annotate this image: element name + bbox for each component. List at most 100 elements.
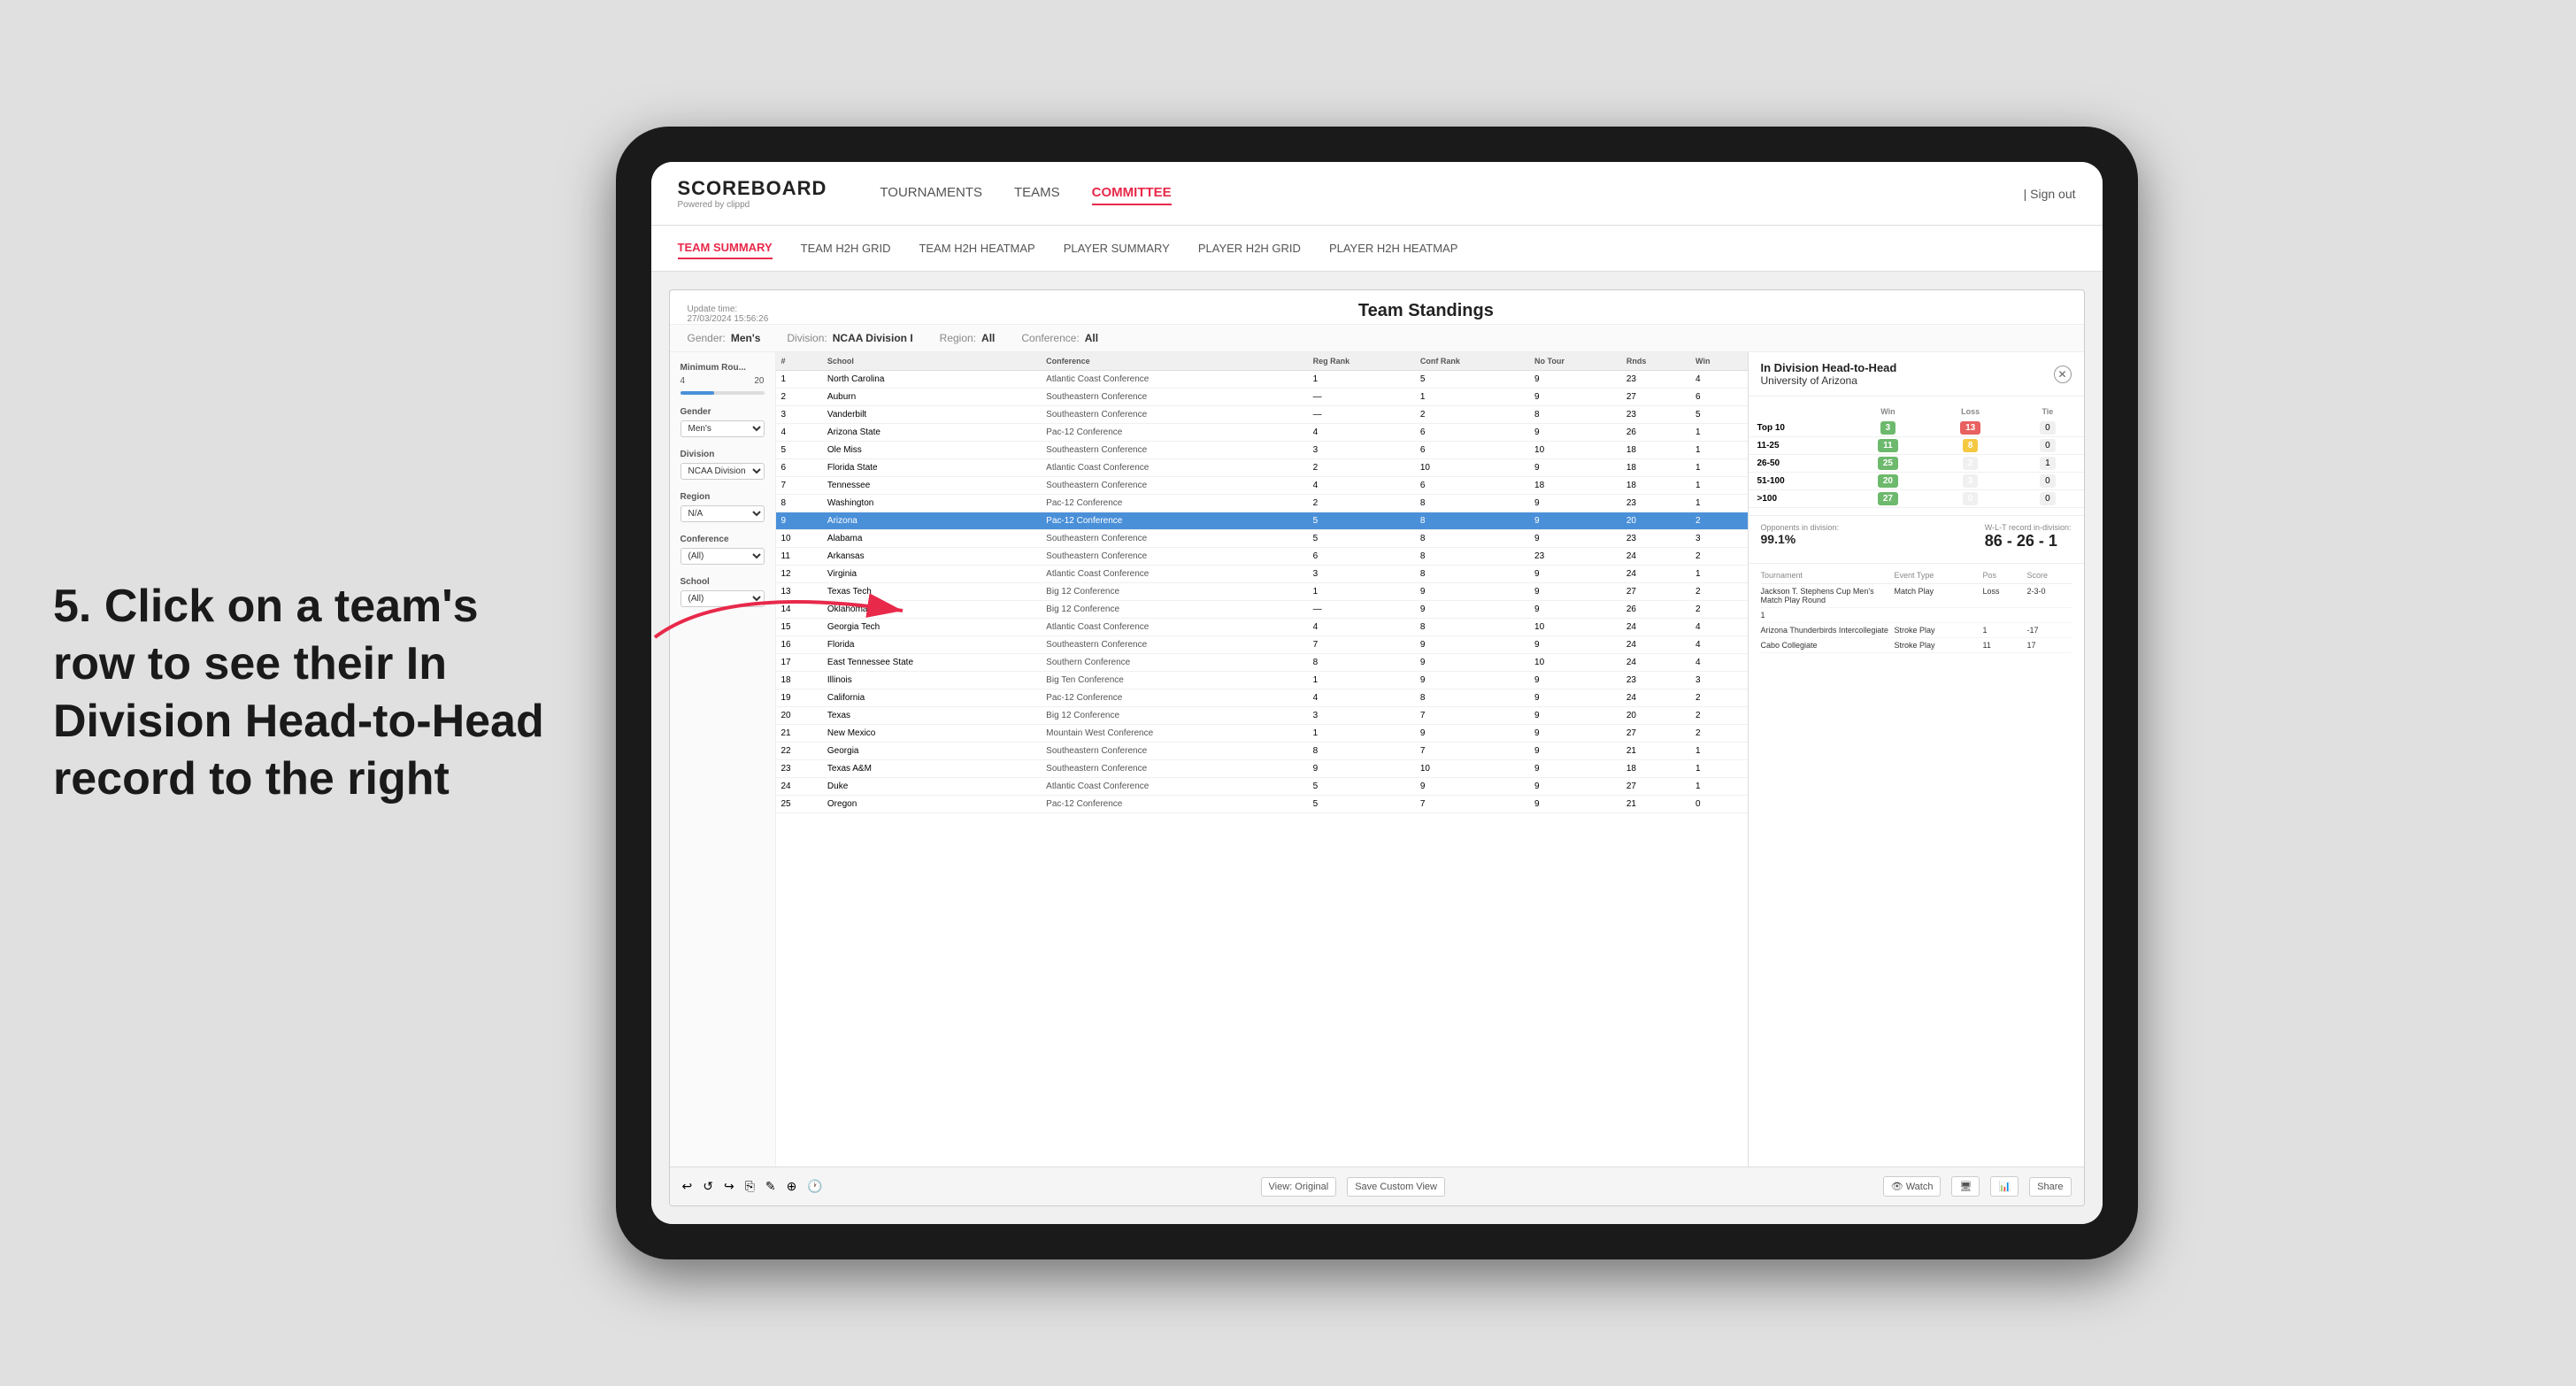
cell-rank: 1 [776,371,822,389]
sidebar-region-label: Region [681,492,765,502]
table-row[interactable]: 5 Ole Miss Southeastern Conference 3 6 1… [776,442,1748,459]
gender-label: Gender: [688,332,726,344]
region-select[interactable]: N/A [681,505,765,522]
table-row[interactable]: 21 New Mexico Mountain West Conference 1… [776,725,1748,743]
division-label: Division: [787,332,827,344]
sub-nav-player-h2h-heatmap[interactable]: PLAYER H2H HEATMAP [1329,238,1457,258]
t-type [1895,611,1983,620]
slider-fill [681,391,714,395]
min-rounds-slider[interactable] [681,391,765,395]
gender-select[interactable]: Men's Women's [681,420,765,437]
table-row[interactable]: 15 Georgia Tech Atlantic Coast Conferenc… [776,619,1748,636]
cell-reg-rank: 4 [1308,689,1415,707]
t-type: Stroke Play [1895,626,1983,635]
table-row[interactable]: 9 Arizona Pac-12 Conference 5 8 9 20 2 [776,512,1748,530]
toolbar-add[interactable]: ⊕ [787,1179,797,1194]
sub-nav-team-h2h-grid[interactable]: TEAM H2H GRID [801,238,891,258]
cell-rnds: 26 [1621,601,1690,619]
filter-division: Division: NCAA Division I [787,332,912,344]
cell-no-tour: 9 [1529,707,1621,725]
table-row[interactable]: 14 Oklahoma Big 12 Conference — 9 9 26 2 [776,601,1748,619]
filter-group-gender: Gender Men's Women's [681,407,765,437]
table-row[interactable]: 11 Arkansas Southeastern Conference 6 8 … [776,548,1748,566]
cell-conf: Big 12 Conference [1041,583,1307,601]
h2h-header-row: Win Loss Tie [1749,404,2084,420]
school-select[interactable]: (All) [681,590,765,607]
cell-reg-rank: — [1308,406,1415,424]
panel-header: Update time: 27/03/2024 15:56:26 Team St… [670,290,2084,325]
table-row[interactable]: 13 Texas Tech Big 12 Conference 1 9 9 27… [776,583,1748,601]
cell-conf-rank: 8 [1415,566,1529,583]
sign-out[interactable]: | Sign out [2024,187,2076,201]
table-row[interactable]: 1 North Carolina Atlantic Coast Conferen… [776,371,1748,389]
cell-reg-rank: 5 [1308,512,1415,530]
h2h-row: 51-100 20 3 0 [1749,473,2084,490]
table-row[interactable]: 6 Florida State Atlantic Coast Conferenc… [776,459,1748,477]
table-row[interactable]: 17 East Tennessee State Southern Confere… [776,654,1748,672]
cell-reg-rank: 4 [1308,424,1415,442]
opponents-label: Opponents in division: [1761,523,1840,532]
cell-conf: Big 12 Conference [1041,601,1307,619]
cell-school: Texas A&M [822,760,1041,778]
conference-select[interactable]: (All) [681,548,765,565]
h2h-row: >100 27 0 0 [1749,490,2084,508]
table-row[interactable]: 4 Arizona State Pac-12 Conference 4 6 9 … [776,424,1748,442]
nav-tournaments[interactable]: TOURNAMENTS [880,181,982,205]
table-row[interactable]: 25 Oregon Pac-12 Conference 5 7 9 21 0 [776,796,1748,813]
table-row[interactable]: 18 Illinois Big Ten Conference 1 9 9 23 … [776,672,1748,689]
nav-teams[interactable]: TEAMS [1014,181,1060,205]
sub-nav-player-h2h-grid[interactable]: PLAYER H2H GRID [1198,238,1301,258]
cell-conf: Pac-12 Conference [1041,424,1307,442]
sub-nav-team-summary[interactable]: TEAM SUMMARY [678,237,773,259]
watch-button[interactable]: 👁 Watch [1883,1176,1942,1197]
th-rank: # [776,352,822,371]
toolbar-undo[interactable]: ↩ [682,1179,693,1194]
cell-school: Tennessee [822,477,1041,495]
toolbar-refresh[interactable]: ↺ [703,1179,713,1194]
cell-rank: 19 [776,689,822,707]
table-row[interactable]: 24 Duke Atlantic Coast Conference 5 9 9 … [776,778,1748,796]
close-button[interactable]: ✕ [2054,366,2072,383]
toolbar-copy[interactable]: ⎘ [745,1179,755,1194]
cell-reg-rank: 4 [1308,477,1415,495]
table-row[interactable]: 16 Florida Southeastern Conference 7 9 9… [776,636,1748,654]
sub-nav-player-summary[interactable]: PLAYER SUMMARY [1064,238,1170,258]
cell-conf-rank: 9 [1415,601,1529,619]
sub-nav-team-h2h-heatmap[interactable]: TEAM H2H HEATMAP [919,238,1034,258]
share-button[interactable]: Share [2029,1177,2071,1197]
division-select[interactable]: NCAA Division I [681,463,765,480]
tournament-header-row: Tournament Event Type Pos Score [1761,567,2072,584]
h2h-cell-loss: 13 [1929,420,2011,437]
table-row[interactable]: 8 Washington Pac-12 Conference 2 8 9 23 … [776,495,1748,512]
table-row[interactable]: 10 Alabama Southeastern Conference 5 8 9… [776,530,1748,548]
right-panel-header: In Division Head-to-Head University of A… [1749,352,2084,397]
table-row[interactable]: 19 California Pac-12 Conference 4 8 9 24… [776,689,1748,707]
chart-button[interactable]: 📊 [1990,1176,2019,1197]
monitor-button[interactable]: 🖥 [1951,1176,1980,1197]
cell-rnds: 23 [1621,406,1690,424]
update-label: Update time: [688,304,769,314]
toolbar-edit[interactable]: ✎ [765,1179,776,1194]
save-custom-view-button[interactable]: Save Custom View [1347,1177,1445,1197]
toolbar-redo[interactable]: ↪ [724,1179,734,1194]
filter-group-min-rounds: Minimum Rou... 4 20 [681,363,765,395]
table-row[interactable]: 3 Vanderbilt Southeastern Conference — 2… [776,406,1748,424]
table-row[interactable]: 7 Tennessee Southeastern Conference 4 6 … [776,477,1748,495]
cell-rnds: 18 [1621,442,1690,459]
h2h-cell-win: 27 [1847,490,1929,508]
table-row[interactable]: 23 Texas A&M Southeastern Conference 9 1… [776,760,1748,778]
filter-gender: Gender: Men's [688,332,761,344]
cell-no-tour: 10 [1529,619,1621,636]
table-row[interactable]: 12 Virginia Atlantic Coast Conference 3 … [776,566,1748,583]
view-original-button[interactable]: View: Original [1261,1177,1337,1197]
cell-reg-rank: 1 [1308,583,1415,601]
table-row[interactable]: 22 Georgia Southeastern Conference 8 7 9… [776,743,1748,760]
cell-conf: Atlantic Coast Conference [1041,371,1307,389]
h2h-cell-win: 20 [1847,473,1929,490]
cell-conf: Pac-12 Conference [1041,495,1307,512]
nav-committee[interactable]: COMMITTEE [1092,181,1172,205]
cell-school: Duke [822,778,1041,796]
table-row[interactable]: 20 Texas Big 12 Conference 3 7 9 20 2 [776,707,1748,725]
toolbar-clock[interactable]: 🕐 [807,1179,822,1194]
table-row[interactable]: 2 Auburn Southeastern Conference — 1 9 2… [776,389,1748,406]
